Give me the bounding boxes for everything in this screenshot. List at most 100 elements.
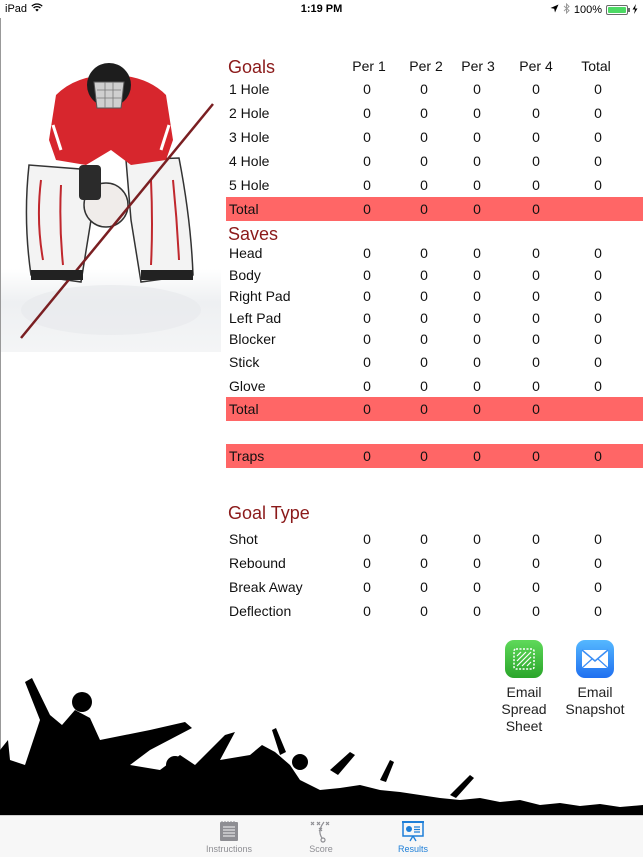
cell-per4: 0 xyxy=(532,331,540,347)
row-label: Shot xyxy=(229,531,258,547)
notepad-icon xyxy=(189,818,269,844)
cell-per4: 0 xyxy=(532,245,540,261)
cell-total: 0 xyxy=(594,579,602,595)
cell-per2: 0 xyxy=(420,201,428,217)
column-header-per4: Per 4 xyxy=(519,58,553,74)
cell-per3: 0 xyxy=(473,153,481,169)
traps-row: Traps 0 0 0 0 0 xyxy=(226,444,643,468)
column-header-per1: Per 1 xyxy=(352,58,386,74)
playbook-icon xyxy=(281,818,361,844)
cell-total: 0 xyxy=(594,310,602,326)
cell-total: 0 xyxy=(594,555,602,571)
cell-per4: 0 xyxy=(532,401,540,417)
cell-per2: 0 xyxy=(420,267,428,283)
cell-per1: 0 xyxy=(363,448,371,464)
column-header-total: Total xyxy=(581,58,611,74)
row-label: 3 Hole xyxy=(229,129,270,145)
cell-per1: 0 xyxy=(363,378,371,394)
goal-type-row: Deflection 0 0 0 0 0 xyxy=(226,599,643,623)
row-label: Body xyxy=(229,267,261,283)
tab-score[interactable]: Score xyxy=(281,818,361,854)
cell-per3: 0 xyxy=(473,81,481,97)
cell-per3: 0 xyxy=(473,401,481,417)
saves-row: Head 0 0 0 0 0 xyxy=(226,241,643,265)
status-bar: iPad 1:19 PM 100% xyxy=(0,0,643,18)
cell-total: 0 xyxy=(594,245,602,261)
saves-row: Right Pad 0 0 0 0 0 xyxy=(226,284,643,308)
row-label: 4 Hole xyxy=(229,153,270,169)
cell-per4: 0 xyxy=(532,105,540,121)
cell-per3: 0 xyxy=(473,129,481,145)
cell-per3: 0 xyxy=(473,531,481,547)
cell-per2: 0 xyxy=(420,310,428,326)
saves-row: Blocker 0 0 0 0 0 xyxy=(226,327,643,351)
column-header-per2: Per 2 xyxy=(409,58,443,74)
cell-per4: 0 xyxy=(532,288,540,304)
cell-total: 0 xyxy=(594,448,602,464)
cell-per1: 0 xyxy=(363,105,371,121)
goals-row: 1 Hole 0 0 0 0 0 xyxy=(226,77,643,101)
goal-type-row: Break Away 0 0 0 0 0 xyxy=(226,575,643,599)
cell-per3: 0 xyxy=(473,245,481,261)
goals-row: 4 Hole 0 0 0 0 0 xyxy=(226,149,643,173)
cell-per4: 0 xyxy=(532,267,540,283)
cell-per4: 0 xyxy=(532,603,540,619)
cell-per3: 0 xyxy=(473,579,481,595)
cell-per3: 0 xyxy=(473,267,481,283)
tab-results[interactable]: Results xyxy=(373,818,453,854)
cell-total: 0 xyxy=(594,129,602,145)
cell-total: 0 xyxy=(594,177,602,193)
cell-per4: 0 xyxy=(532,378,540,394)
cell-per4: 0 xyxy=(532,177,540,193)
cell-per1: 0 xyxy=(363,331,371,347)
cell-per4: 0 xyxy=(532,354,540,370)
row-label: Traps xyxy=(229,448,265,464)
cell-per3: 0 xyxy=(473,555,481,571)
battery-icon xyxy=(606,5,630,15)
cell-per1: 0 xyxy=(363,603,371,619)
cell-per3: 0 xyxy=(473,354,481,370)
cell-per4: 0 xyxy=(532,448,540,464)
tab-instructions[interactable]: Instructions xyxy=(189,818,269,854)
row-label: Left Pad xyxy=(229,310,282,326)
cell-per3: 0 xyxy=(473,177,481,193)
cell-per2: 0 xyxy=(420,153,428,169)
cell-per1: 0 xyxy=(363,555,371,571)
cell-per4: 0 xyxy=(532,579,540,595)
cell-per3: 0 xyxy=(473,201,481,217)
cell-per2: 0 xyxy=(420,448,428,464)
cell-per2: 0 xyxy=(420,331,428,347)
row-label: Break Away xyxy=(229,579,303,595)
cell-per1: 0 xyxy=(363,153,371,169)
cell-per4: 0 xyxy=(532,81,540,97)
goals-total-row: Total 0 0 0 0 xyxy=(226,197,643,221)
cell-per4: 0 xyxy=(532,555,540,571)
cell-per4: 0 xyxy=(532,129,540,145)
goals-title: Goals xyxy=(228,57,276,77)
cell-per2: 0 xyxy=(420,245,428,261)
cell-per1: 0 xyxy=(363,531,371,547)
row-label: Stick xyxy=(229,354,260,370)
cell-per1: 0 xyxy=(363,354,371,370)
row-label: Total xyxy=(229,201,259,217)
cell-per2: 0 xyxy=(420,603,428,619)
cell-total: 0 xyxy=(594,331,602,347)
cell-per1: 0 xyxy=(363,129,371,145)
row-label: Blocker xyxy=(229,331,276,347)
cell-per3: 0 xyxy=(473,378,481,394)
goalie-image xyxy=(1,20,221,352)
cell-per1: 0 xyxy=(363,579,371,595)
cell-per3: 0 xyxy=(473,331,481,347)
cell-per2: 0 xyxy=(420,531,428,547)
cell-per1: 0 xyxy=(363,401,371,417)
goals-row: 2 Hole 0 0 0 0 0 xyxy=(226,101,643,125)
cell-total: 0 xyxy=(594,105,602,121)
tab-score-label: Score xyxy=(309,844,333,854)
cell-per2: 0 xyxy=(420,579,428,595)
cell-total: 0 xyxy=(594,531,602,547)
row-label: Deflection xyxy=(229,603,292,619)
tab-results-label: Results xyxy=(397,844,428,854)
battery-percent: 100% xyxy=(573,4,602,16)
crowd-silhouette xyxy=(0,670,643,815)
row-label: Glove xyxy=(229,378,266,394)
